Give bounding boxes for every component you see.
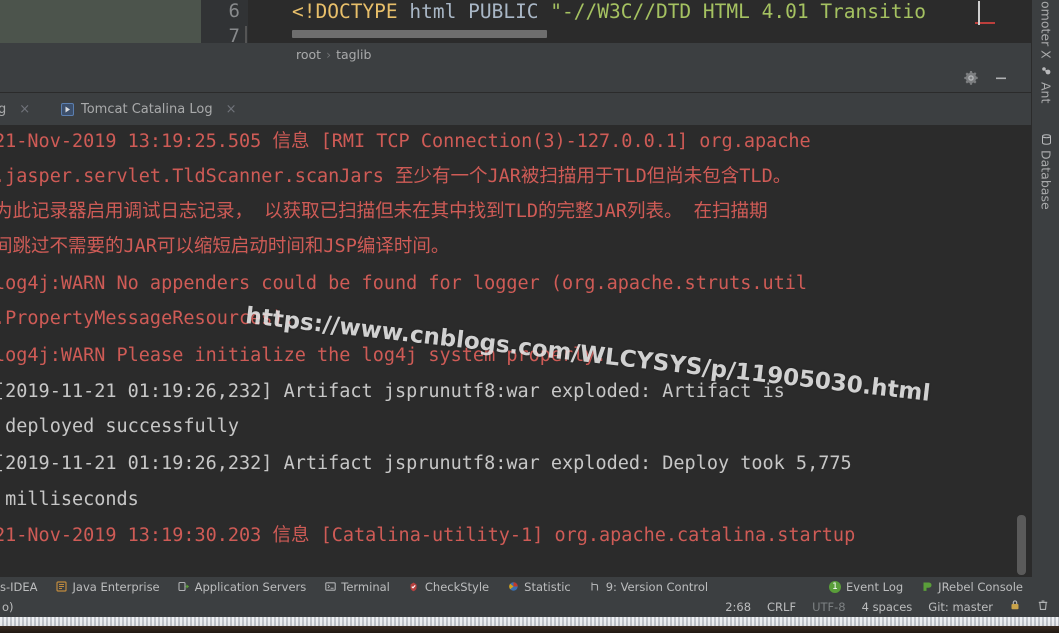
ant-icon	[1040, 65, 1052, 77]
event-log-badge: 1	[829, 580, 842, 593]
line-separator[interactable]: CRLF	[759, 600, 804, 614]
bottom-item-ides-idea[interactable]: s-IDEA	[0, 580, 47, 594]
version-control-icon	[589, 581, 601, 593]
os-taskbar[interactable]	[0, 617, 1059, 626]
breadcrumb-taglib[interactable]: taglib	[336, 47, 371, 62]
console-line: [2019-11-21 01:19:26,232] Artifact jspru…	[0, 453, 852, 474]
gear-icon[interactable]	[963, 70, 979, 86]
bottom-item-application-servers[interactable]: Application Servers	[169, 580, 316, 594]
bottom-item-label: CheckStyle	[424, 579, 490, 594]
bottom-item-label: Statistic	[524, 579, 571, 594]
line-number-next: 7	[228, 25, 240, 43]
database-icon	[1040, 133, 1052, 145]
caret-position[interactable]: 2:68	[717, 600, 759, 614]
status-bar: o) 2:68 CRLF UTF-8 4 spaces Git: master	[0, 596, 1059, 617]
breadcrumb-root[interactable]: root	[296, 47, 321, 62]
file-encoding[interactable]: UTF-8	[804, 600, 854, 614]
bottom-item-label: Event Log	[846, 579, 904, 594]
tab-tomcat-catalina-log[interactable]: Tomcat Catalina Log ×	[55, 93, 243, 125]
lock-icon[interactable]	[1001, 599, 1029, 614]
os-desktop-edge	[0, 626, 1059, 633]
application-servers-icon	[178, 581, 190, 593]
console-vertical-scrollbar[interactable]	[1017, 515, 1026, 575]
vertical-tab-promoter[interactable]: omoter X	[1032, 0, 1059, 62]
ide-window: 6 7 <!DOCTYPE html PUBLIC "-//W3C//DTD H…	[0, 0, 1059, 633]
breadcrumb-bar: root › taglib	[0, 43, 1031, 66]
code-token-plain: html PUBLIC	[397, 0, 551, 23]
bottom-item-label: Application Servers	[194, 579, 307, 594]
console-line: milliseconds	[0, 489, 139, 510]
line-number: 6	[228, 0, 240, 22]
bottom-item-label: 9: Version Control	[605, 579, 709, 594]
vertical-tab-label: Ant	[1038, 82, 1054, 104]
code-line-6[interactable]: <!DOCTYPE html PUBLIC "-//W3C//DTD HTML …	[292, 0, 926, 23]
bottom-item-statistic[interactable]: Statistic	[498, 580, 580, 594]
console-line: [2019-11-21 01:19:26,232] Artifact jspru…	[0, 381, 785, 402]
bottom-item-label: s-IDEA	[0, 579, 38, 594]
bottom-item-label: Java Enterprise	[72, 579, 160, 594]
breadcrumb-separator-icon: ›	[326, 47, 332, 62]
bottom-item-event-log[interactable]: 1 Event Log	[820, 580, 912, 594]
code-token-doctype: <!DOCTYPE	[292, 0, 398, 23]
bottom-item-jrebel-console[interactable]: JRebel Console	[912, 580, 1059, 594]
toolwindow-header	[0, 66, 1031, 93]
console-line: log4j:WARN No appenders could be found f…	[0, 273, 808, 294]
console-line: 21-Nov-2019 13:19:25.505 信息 [RMI TCP Con…	[0, 131, 811, 152]
git-branch[interactable]: Git: master	[920, 600, 1001, 614]
console-line: .jasper.servlet.TldScanner.scanJars 至少有一…	[0, 166, 792, 187]
editor-gutter[interactable]: 6 7	[200, 0, 248, 43]
statistic-icon	[507, 581, 519, 593]
breadcrumb[interactable]: root › taglib	[296, 47, 371, 62]
minimize-icon[interactable]	[993, 70, 1009, 86]
vertical-tab-ant[interactable]: Ant	[1032, 62, 1059, 106]
editor-horizontal-scrollbar[interactable]	[292, 30, 547, 38]
tab-close-icon[interactable]: ×	[226, 103, 237, 116]
jrebel-icon	[921, 581, 933, 593]
indent-setting[interactable]: 4 spaces	[854, 600, 921, 614]
console-tabs: og × Tomcat Catalina Log ×	[0, 93, 1031, 125]
status-left-text: o)	[2, 599, 14, 614]
code-token-string: "-//W3C//DTD HTML 4.01 Transitio	[550, 0, 926, 23]
run-icon	[61, 102, 74, 116]
terminal-icon	[324, 581, 336, 593]
vertical-tab-label: Database	[1038, 150, 1054, 210]
console-line: 为此记录器启用调试日志记录， 以获取已扫描但未在其中找到TLD的完整JAR列表。…	[0, 201, 768, 222]
os-taskbar-texture	[0, 617, 1059, 626]
java-enterprise-icon	[56, 581, 68, 593]
bottom-item-terminal[interactable]: Terminal	[315, 580, 399, 594]
tab-truncated-log[interactable]: og ×	[0, 93, 36, 125]
console-line: 间跳过不需要的JAR可以缩短启动时间和JSP编译时间。	[0, 236, 450, 257]
tab-close-icon[interactable]: ×	[19, 103, 30, 116]
console-line: deployed successfully	[0, 416, 240, 437]
checkstyle-icon	[408, 581, 420, 593]
tab-label: Tomcat Catalina Log	[81, 101, 213, 117]
bottom-item-java-enterprise[interactable]: Java Enterprise	[47, 580, 169, 594]
toolwindow-actions	[963, 70, 1009, 86]
text-caret	[978, 1, 980, 25]
tab-label: og	[0, 101, 7, 117]
code-fold-line	[245, 26, 247, 43]
vertical-tab-database[interactable]: Database	[1032, 130, 1059, 213]
console-line: 21-Nov-2019 13:19:30.203 信息 [Catalina-ut…	[0, 525, 856, 546]
vertical-tab-label: omoter X	[1038, 1, 1054, 59]
bottom-item-version-control[interactable]: 9: Version Control	[580, 580, 717, 594]
bottom-item-label: Terminal	[341, 579, 390, 594]
trash-icon[interactable]	[1029, 599, 1059, 614]
bottom-toolbar: s-IDEA Java Enterprise Application Serve…	[0, 577, 1059, 596]
bottom-item-checkstyle[interactable]: CheckStyle	[399, 580, 498, 594]
right-tool-strip: omoter X Ant Database	[1031, 0, 1059, 577]
bottom-item-label: JRebel Console	[938, 579, 1023, 594]
